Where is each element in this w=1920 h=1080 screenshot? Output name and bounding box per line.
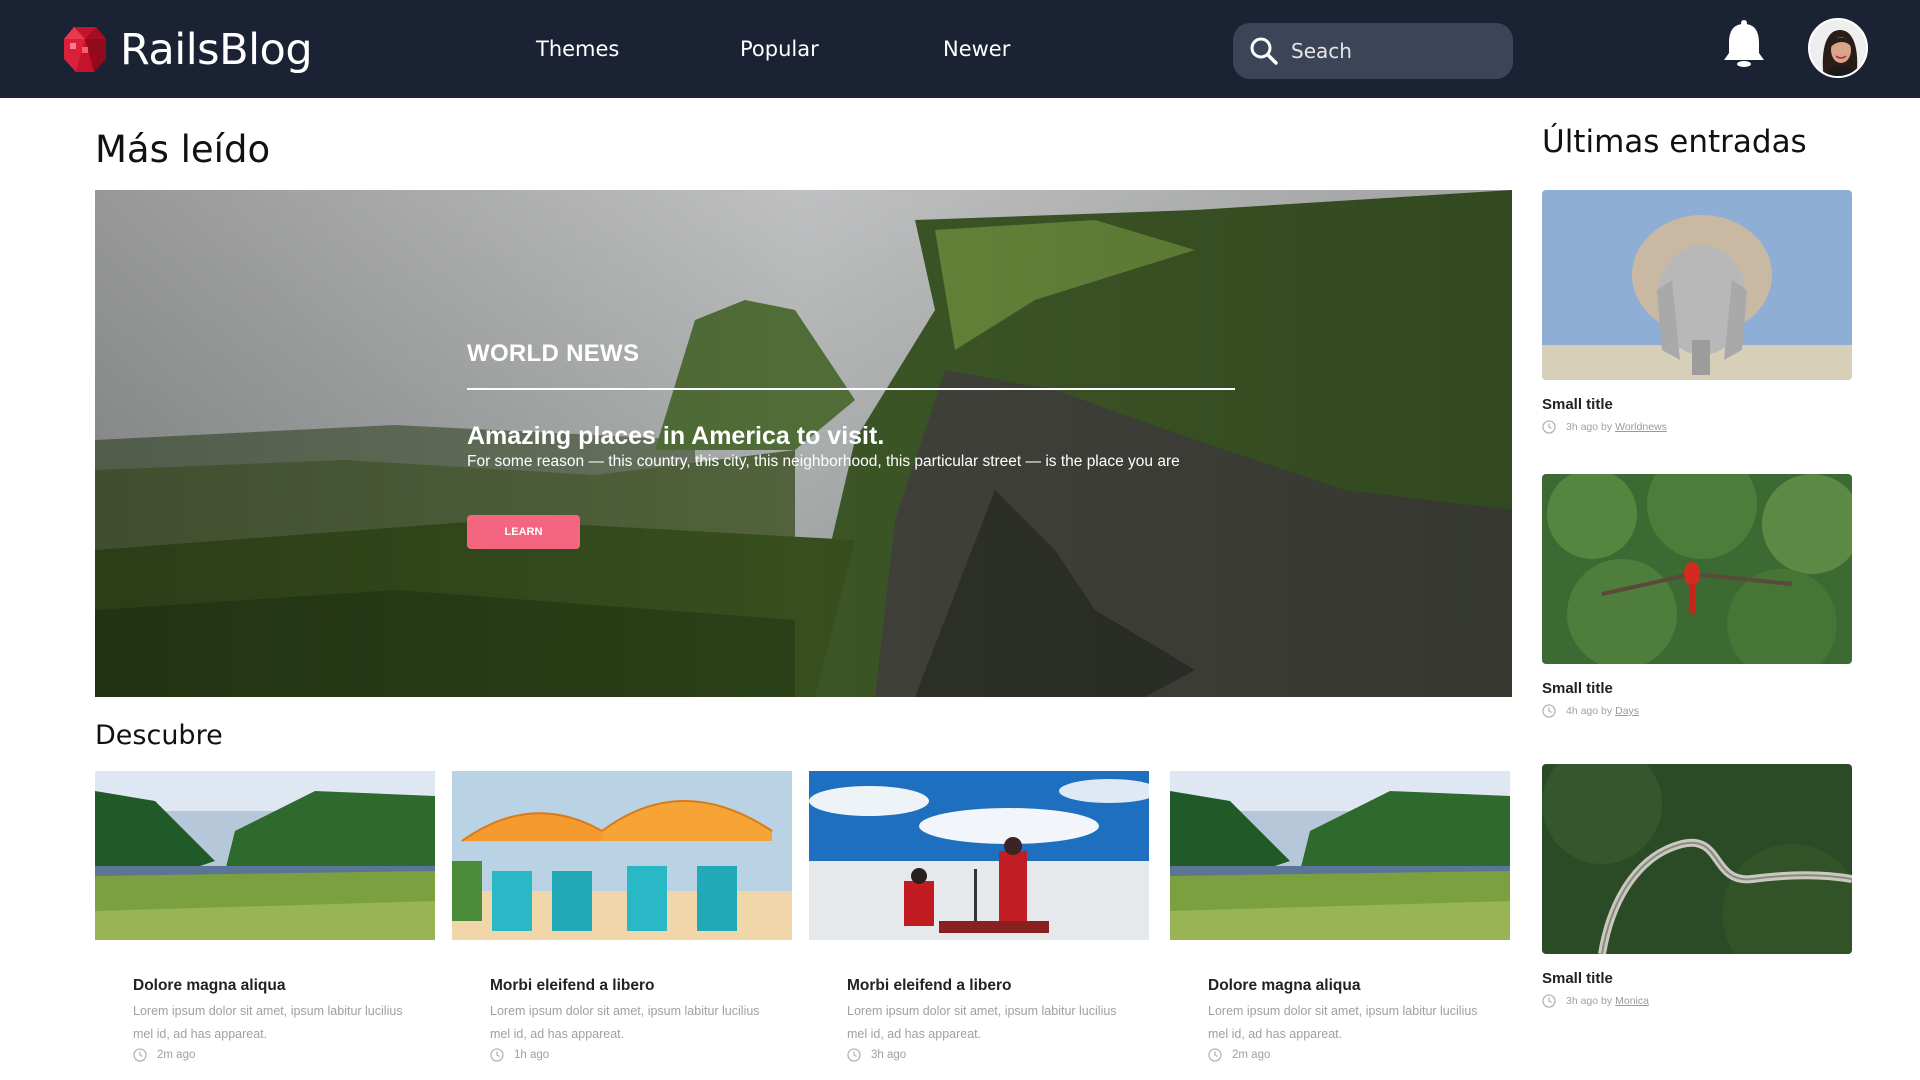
search-icon [1250, 37, 1278, 65]
latest-meta: 3h ago by Monica [1542, 994, 1649, 1008]
brand-link[interactable]: RailsBlog [62, 22, 313, 78]
latest-meta: 3h ago by Worldnews [1542, 420, 1667, 434]
card-1: Dolore magna aliqua Lorem ipsum dolor si… [95, 771, 435, 1062]
ruby-logo-icon [64, 27, 106, 72]
nav-newer[interactable]: Newer [943, 37, 1010, 61]
latest-item-1-image[interactable] [1542, 190, 1852, 380]
card-excerpt: Lorem ipsum dolor sit amet, ipsum labitu… [490, 1004, 760, 1041]
hero-description: For some reason — this country, this cit… [467, 453, 1180, 470]
card-excerpt: Lorem ipsum dolor sit amet, ipsum labitu… [847, 1004, 1117, 1041]
latest-title[interactable]: Small title [1542, 970, 1613, 987]
card-1-image[interactable] [95, 771, 435, 940]
latest-time: 3h ago by [1566, 995, 1613, 1007]
latest-item-3: Small title 3h ago by Monica [1542, 764, 1852, 1008]
card-excerpt: Lorem ipsum dolor sit amet, ipsum labitu… [1208, 1004, 1478, 1041]
card-meta: 2m ago [1208, 1048, 1270, 1062]
clock-icon [1542, 994, 1556, 1008]
hero-banner: WORLD NEWS Amazing places in America to … [95, 190, 1512, 697]
latest-title[interactable]: Small title [1542, 396, 1613, 413]
card-title[interactable]: Morbi eleifend a libero [847, 977, 1012, 995]
card-title[interactable]: Dolore magna aliqua [1208, 977, 1360, 995]
clock-icon [490, 1048, 504, 1062]
author-link[interactable]: Monica [1615, 995, 1649, 1007]
card-title[interactable]: Dolore magna aliqua [133, 977, 285, 995]
nav-popular[interactable]: Popular [740, 37, 819, 61]
card-time: 3h ago [871, 1049, 907, 1061]
clock-icon [133, 1048, 147, 1062]
latest-item-2-image[interactable] [1542, 474, 1852, 664]
notification-bell-icon[interactable] [1722, 18, 1766, 70]
card-meta: 2m ago [133, 1048, 195, 1062]
avatar-photo [1810, 20, 1866, 76]
latest-title[interactable]: Small title [1542, 680, 1613, 697]
clock-icon [1208, 1048, 1222, 1062]
card-excerpt: Lorem ipsum dolor sit amet, ipsum labitu… [133, 1004, 403, 1041]
card-time: 2m ago [157, 1049, 196, 1061]
card-title[interactable]: Morbi eleifend a libero [490, 977, 655, 995]
latest-item-1: Small title 3h ago by Worldnews [1542, 190, 1852, 434]
latest-meta: 4h ago by Days [1542, 704, 1639, 718]
hero-title: Amazing places in America to visit. [467, 422, 885, 450]
latest-time: 3h ago by [1566, 421, 1613, 433]
clock-icon [1542, 704, 1556, 718]
hero-divider [467, 388, 1235, 390]
top-navbar: RailsBlog Themes Popular Newer [0, 0, 1920, 98]
card-4: Dolore magna aliqua Lorem ipsum dolor si… [1170, 771, 1510, 1062]
card-meta: 3h ago [847, 1048, 906, 1062]
user-avatar[interactable] [1808, 18, 1868, 78]
latest-item-2: Small title 4h ago by Days [1542, 474, 1852, 718]
search-input[interactable] [1291, 39, 1491, 63]
card-2-image[interactable] [452, 771, 792, 940]
card-meta: 1h ago [490, 1048, 549, 1062]
card-3: Morbi eleifend a libero Lorem ipsum dolo… [809, 771, 1149, 1062]
search-box [1233, 23, 1513, 79]
discover-heading: Descubre [95, 720, 223, 751]
clock-icon [847, 1048, 861, 1062]
author-link[interactable]: Worldnews [1615, 421, 1667, 433]
card-3-image[interactable] [809, 771, 1149, 940]
card-4-image[interactable] [1170, 771, 1510, 940]
clock-icon [1542, 420, 1556, 434]
learn-button[interactable]: LEARN [467, 515, 580, 549]
nav-themes[interactable]: Themes [536, 37, 619, 61]
brand-name: RailsBlog [120, 25, 313, 75]
latest-item-3-image[interactable] [1542, 764, 1852, 954]
author-link[interactable]: Days [1615, 705, 1639, 717]
card-time: 2m ago [1232, 1049, 1271, 1061]
latest-heading: Últimas entradas [1542, 124, 1807, 160]
most-read-heading: Más leído [95, 128, 271, 171]
latest-time: 4h ago by [1566, 705, 1613, 717]
card-time: 1h ago [514, 1049, 550, 1061]
card-2: Morbi eleifend a libero Lorem ipsum dolo… [452, 771, 792, 1062]
hero-category: WORLD NEWS [467, 340, 640, 367]
